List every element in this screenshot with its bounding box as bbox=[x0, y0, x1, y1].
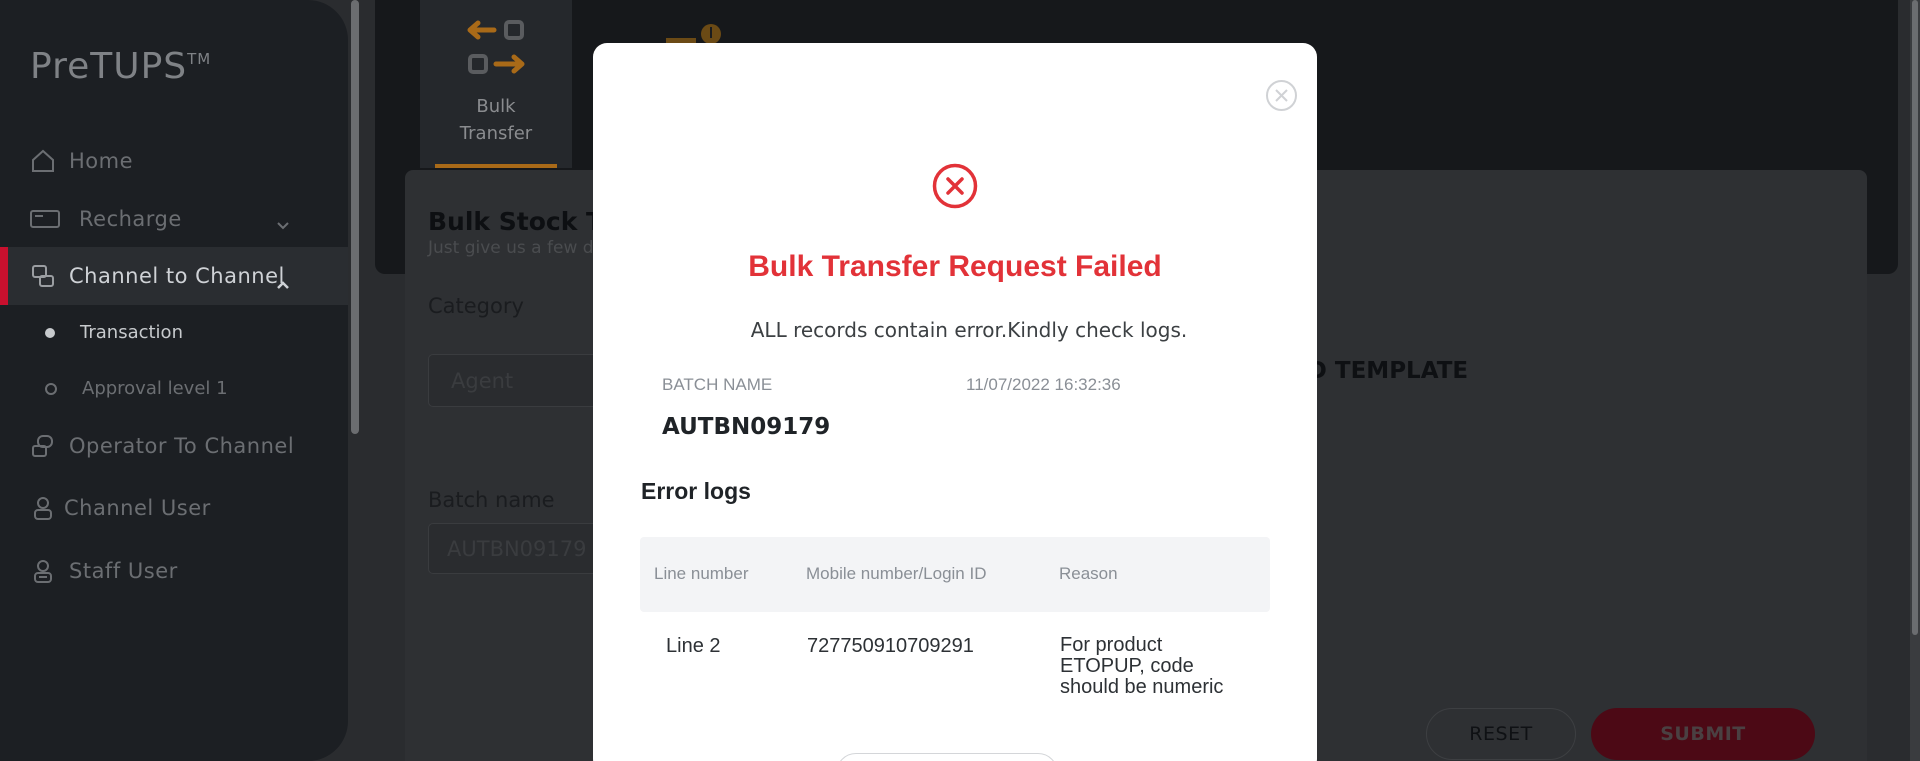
sidebar-item-label: Operator To Channel bbox=[69, 434, 295, 458]
sidebar-subitem-approval[interactable]: Approval level 1 bbox=[0, 378, 228, 399]
app-logo: PreTUPSTM bbox=[30, 46, 212, 87]
sidebar-item-label: Channel to Channel bbox=[69, 264, 285, 288]
reset-button[interactable]: RESET bbox=[1426, 708, 1576, 760]
sidebar-subitem-transaction[interactable]: Transaction bbox=[0, 322, 183, 343]
operator-icon bbox=[29, 432, 57, 460]
sidebar-item-recharge[interactable]: Recharge bbox=[0, 190, 348, 248]
page-scrollbar[interactable] bbox=[1910, 0, 1920, 761]
tab-label: Bulk Transfer bbox=[459, 96, 533, 144]
sidebar-item-staff-user[interactable]: Staff User bbox=[0, 542, 348, 600]
cell-line-number: Line 2 bbox=[666, 635, 721, 657]
tab-bulk-transfer[interactable]: Bulk Transfer bbox=[420, 0, 572, 168]
error-logs-heading: Error logs bbox=[641, 478, 751, 504]
error-modal: Bulk Transfer Request Failed ALL records… bbox=[593, 43, 1317, 761]
scrollbar-thumb[interactable] bbox=[1912, 0, 1918, 635]
batch-name-label: BATCH NAME bbox=[662, 375, 773, 394]
chevron-down-icon bbox=[276, 212, 290, 236]
home-icon bbox=[29, 147, 57, 175]
page-subtitle: Just give us a few d bbox=[428, 238, 594, 258]
column-header-mobile: Mobile number/Login ID bbox=[806, 564, 987, 583]
modal-message: ALL records contain error.Kindly check l… bbox=[750, 318, 1188, 342]
user-icon bbox=[29, 494, 57, 522]
sidebar-item-label: Staff User bbox=[69, 559, 178, 583]
chevron-up-icon bbox=[276, 271, 290, 295]
bullet-icon bbox=[45, 382, 57, 395]
batch-name-input[interactable]: AUTBN09179 bbox=[428, 523, 598, 574]
submit-button[interactable]: SUBMIT bbox=[1591, 708, 1815, 760]
sidebar-item-channel-to-channel[interactable]: Channel to Channel bbox=[0, 247, 348, 305]
failure-icon bbox=[932, 163, 978, 209]
sidebar-item-label: Home bbox=[69, 149, 134, 173]
sidebar-item-channel-user[interactable]: Channel User bbox=[0, 479, 348, 537]
sidebar-scrollbar[interactable] bbox=[351, 0, 359, 434]
sidebar: PreTUPSTM Home Recharge Channel to Chann… bbox=[0, 0, 348, 761]
sidebar-item-operator-to-channel[interactable]: Operator To Channel bbox=[0, 417, 348, 475]
column-header-line-number: Line number bbox=[654, 564, 749, 583]
sidebar-subitem-label: Transaction bbox=[80, 322, 183, 343]
bullet-icon bbox=[45, 327, 55, 338]
batch-name-label: Batch name bbox=[428, 488, 555, 512]
category-label: Category bbox=[428, 294, 524, 318]
cell-mobile-number: 727750910709291 bbox=[807, 635, 974, 657]
modal-action-button[interactable] bbox=[836, 753, 1058, 761]
column-header-reason: Reason bbox=[1059, 564, 1118, 583]
bulk-transfer-icon bbox=[467, 20, 525, 74]
staff-icon bbox=[29, 557, 57, 585]
cell-reason: For product ETOPUP, code should be numer… bbox=[1060, 634, 1224, 698]
batch-datetime: 11/07/2022 16:32:36 bbox=[966, 375, 1121, 394]
channel-icon bbox=[29, 262, 57, 290]
close-icon[interactable] bbox=[1265, 79, 1298, 112]
sidebar-item-home[interactable]: Home bbox=[0, 132, 348, 190]
category-select[interactable]: Agent bbox=[428, 354, 598, 407]
tab-active-indicator bbox=[435, 164, 557, 168]
sidebar-item-label: Recharge bbox=[79, 207, 182, 231]
batch-name-value: AUTBN09179 bbox=[662, 414, 831, 440]
modal-title: Bulk Transfer Request Failed bbox=[748, 250, 1162, 283]
recharge-icon bbox=[29, 205, 61, 233]
sidebar-item-label: Channel User bbox=[64, 496, 211, 520]
error-table-header: Line number Mobile number/Login ID Reaso… bbox=[640, 537, 1270, 612]
sidebar-subitem-label: Approval level 1 bbox=[82, 378, 228, 399]
